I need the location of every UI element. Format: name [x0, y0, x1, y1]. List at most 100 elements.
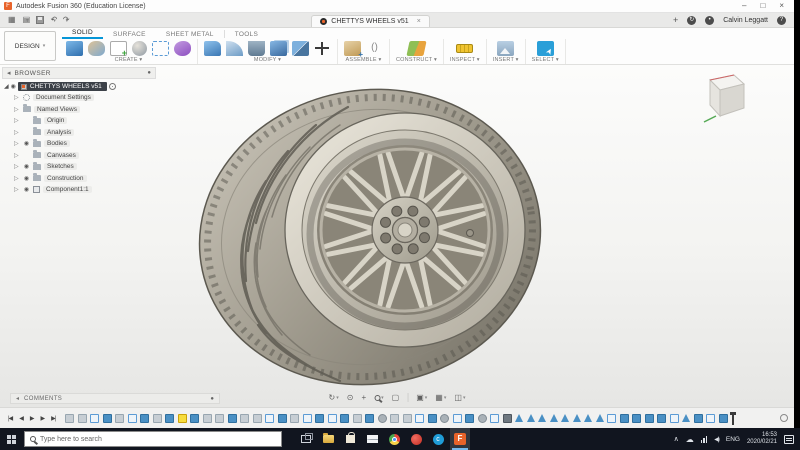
presspull-icon[interactable]: [204, 41, 221, 56]
timeline-feature-43[interactable]: [584, 414, 592, 422]
plane-icon[interactable]: [406, 41, 426, 56]
step-forward-button[interactable]: ▶: [38, 415, 46, 422]
visibility-eye-icon[interactable]: ◉: [23, 175, 30, 182]
expand-icon[interactable]: ▷: [14, 94, 20, 101]
action-center-icon[interactable]: [784, 435, 794, 444]
step-back-button[interactable]: ◀: [17, 415, 25, 422]
timeline-feature-24[interactable]: [353, 414, 362, 423]
timeline-feature-9[interactable]: [165, 414, 174, 423]
ribbon-group-label-modify[interactable]: MODIFY ▾: [254, 57, 281, 64]
help-icon[interactable]: ?: [777, 16, 786, 25]
ribbon-group-label-inspect[interactable]: INSPECT ▾: [450, 57, 480, 64]
network-icon[interactable]: [701, 436, 708, 443]
collapse-comments-icon[interactable]: ◂: [16, 395, 19, 402]
expand-icon[interactable]: ▷: [14, 106, 20, 113]
red-app-taskbar-icon[interactable]: [406, 428, 426, 450]
expand-icon[interactable]: ▷: [14, 152, 20, 159]
tab-solid[interactable]: SOLID: [62, 29, 103, 39]
visibility-eye-icon[interactable]: ◉: [23, 140, 30, 147]
sculpt-icon[interactable]: [88, 41, 105, 56]
timeline-feature-13[interactable]: [215, 414, 224, 423]
timeline-playhead[interactable]: [732, 412, 734, 425]
workspace-selector[interactable]: DESIGN ▾: [4, 31, 56, 61]
timeline-feature-48[interactable]: [645, 414, 654, 423]
timeline-feature-34[interactable]: [478, 414, 487, 423]
expand-icon[interactable]: ▷: [14, 175, 20, 182]
minimize-button[interactable]: –: [742, 1, 746, 11]
zoom-icon[interactable]: ▾: [371, 394, 387, 402]
visibility-eye-icon[interactable]: ◉: [23, 186, 30, 193]
expand-icon[interactable]: ▷: [14, 117, 20, 124]
timeline-feature-28[interactable]: [403, 414, 412, 423]
timeline-feature-50[interactable]: [670, 414, 679, 423]
timeline-feature-21[interactable]: [315, 414, 324, 423]
timeline-feature-17[interactable]: [265, 414, 274, 423]
timeline-feature-3[interactable]: [90, 414, 99, 423]
browser-item-origin[interactable]: ▷Origin: [2, 115, 156, 127]
skip-to-end-button[interactable]: ▶|: [49, 415, 57, 422]
timeline-feature-25[interactable]: [365, 414, 374, 423]
save-icon[interactable]: [36, 16, 44, 24]
browser-item-named-views[interactable]: ▷Named Views: [2, 104, 156, 116]
timeline-feature-31[interactable]: [440, 414, 449, 423]
move-icon[interactable]: [314, 41, 331, 56]
browser-item-construction[interactable]: ▷◉Construction: [2, 173, 156, 185]
ribbon-group-label-insert[interactable]: INSERT ▾: [493, 57, 519, 64]
display-settings-icon[interactable]: ▣▾: [413, 392, 430, 403]
timeline-feature-14[interactable]: [228, 414, 237, 423]
timeline-feature-49[interactable]: [657, 414, 666, 423]
collapse-panel-icon[interactable]: ◂: [7, 69, 11, 77]
timeline-feature-47[interactable]: [632, 414, 641, 423]
timeline-options-icon[interactable]: [780, 414, 788, 422]
timeline-feature-8[interactable]: [153, 414, 162, 423]
new-tab-icon[interactable]: +: [673, 15, 678, 25]
timeline-feature-4[interactable]: [103, 414, 112, 423]
timeline-feature-6[interactable]: [128, 414, 137, 423]
document-tab-close-icon[interactable]: ×: [417, 18, 421, 25]
timeline-feature-32[interactable]: [453, 414, 462, 423]
start-button[interactable]: [0, 428, 22, 450]
timeline-feature-45[interactable]: [607, 414, 616, 423]
browser-header[interactable]: ◂ BROWSER ●: [2, 67, 156, 79]
timeline-feature-18[interactable]: [278, 414, 287, 423]
activate-component-radio[interactable]: [109, 83, 116, 90]
store-taskbar-icon[interactable]: [340, 428, 360, 450]
expand-icon[interactable]: ▷: [14, 186, 20, 193]
view-cube[interactable]: [696, 72, 748, 130]
timeline-feature-54[interactable]: [719, 414, 728, 423]
expand-icon[interactable]: ▷: [14, 140, 20, 147]
skip-to-start-button[interactable]: |◀: [6, 415, 14, 422]
timeline-feature-7[interactable]: [140, 414, 149, 423]
comments-bar[interactable]: ◂ COMMENTS ●: [10, 393, 220, 404]
username[interactable]: Calvin Leggatt: [723, 17, 768, 24]
volume-icon[interactable]: ◀): [714, 436, 719, 443]
timeline-feature-10[interactable]: [178, 414, 187, 423]
timeline-feature-46[interactable]: [620, 414, 629, 423]
expand-icon[interactable]: ▷: [14, 163, 20, 170]
canvas-icon[interactable]: [497, 41, 514, 56]
browser-item-component1-1[interactable]: ▷◉Component1:1: [2, 184, 156, 196]
expand-icon[interactable]: ▷: [14, 129, 20, 136]
search-input[interactable]: Type here to search: [24, 431, 282, 447]
tab-surface[interactable]: SURFACE: [103, 31, 156, 39]
panel-options-icon[interactable]: ●: [147, 70, 151, 76]
timeline-feature-30[interactable]: [428, 414, 437, 423]
split-icon[interactable]: [292, 41, 309, 56]
timeline-feature-19[interactable]: [290, 414, 299, 423]
timeline-feature-39[interactable]: [538, 414, 546, 422]
browser-root-row[interactable]: ◢ ◉ CHETTYS WHEELS v51: [4, 82, 156, 91]
timeline-feature-41[interactable]: [561, 414, 569, 422]
newcomp-icon[interactable]: [344, 41, 361, 56]
timeline-feature-22[interactable]: [328, 414, 337, 423]
extrude-icon[interactable]: [66, 41, 83, 56]
ribbon-group-label-create[interactable]: CREATE ▾: [115, 57, 143, 64]
select-icon[interactable]: [537, 41, 554, 56]
document-tab[interactable]: CHETTYS WHEELS v51 ×: [311, 15, 430, 27]
timeline-feature-40[interactable]: [550, 414, 558, 422]
timeline-feature-11[interactable]: [190, 414, 199, 423]
viewports-icon[interactable]: ◫▾: [451, 392, 468, 403]
play-button[interactable]: ▶: [28, 415, 36, 422]
pan-icon[interactable]: +: [358, 392, 369, 403]
timeline-feature-33[interactable]: [465, 414, 474, 423]
maximize-button[interactable]: □: [760, 1, 765, 11]
